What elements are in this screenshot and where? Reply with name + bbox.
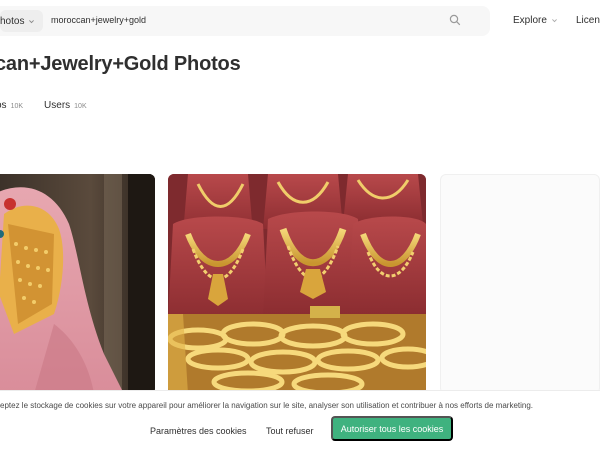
- nav-license[interactable]: Licens: [576, 15, 600, 26]
- search-input[interactable]: moroccan+jewelry+gold: [51, 15, 146, 25]
- cookie-banner: eptez le stockage de cookies sur votre a…: [0, 390, 600, 450]
- photo-gold-necklaces[interactable]: [168, 174, 426, 394]
- page-title: can+Jewelry+Gold Photos: [0, 53, 241, 75]
- tab-photos-label: os: [0, 100, 7, 111]
- photo-woman-pink-veil[interactable]: [0, 174, 155, 394]
- nav-explore-label: Explore: [513, 15, 547, 26]
- search-icon[interactable]: [449, 14, 461, 26]
- result-tabs: os 10K Users 10K: [0, 100, 108, 111]
- tab-users[interactable]: Users 10K: [44, 100, 87, 111]
- photo-placeholder[interactable]: [440, 174, 600, 394]
- cookie-settings-button[interactable]: Paramètres des cookies: [145, 418, 252, 443]
- chevron-down-icon: [29, 19, 35, 23]
- search-bar[interactable]: hotos moroccan+jewelry+gold: [0, 6, 490, 36]
- media-type-label: hotos: [0, 15, 25, 27]
- tab-photos[interactable]: os 10K: [0, 100, 23, 111]
- photo-gold-necklaces-image: [168, 174, 426, 394]
- cookie-message: eptez le stockage de cookies sur votre a…: [0, 401, 534, 410]
- top-bar: hotos moroccan+jewelry+gold Explore Lice…: [0, 0, 600, 44]
- accept-all-cookies-button[interactable]: Autoriser tous les cookies: [331, 416, 453, 441]
- photo-woman-pink-veil-image: [0, 174, 155, 394]
- tab-users-count: 10K: [74, 103, 87, 110]
- nav-explore[interactable]: Explore: [513, 15, 558, 26]
- tab-photos-count: 10K: [10, 103, 24, 110]
- tab-users-label: Users: [44, 100, 71, 111]
- chevron-down-icon: [551, 19, 557, 23]
- media-type-select[interactable]: hotos: [0, 10, 44, 32]
- refuse-all-button[interactable]: Tout refuser: [261, 418, 319, 443]
